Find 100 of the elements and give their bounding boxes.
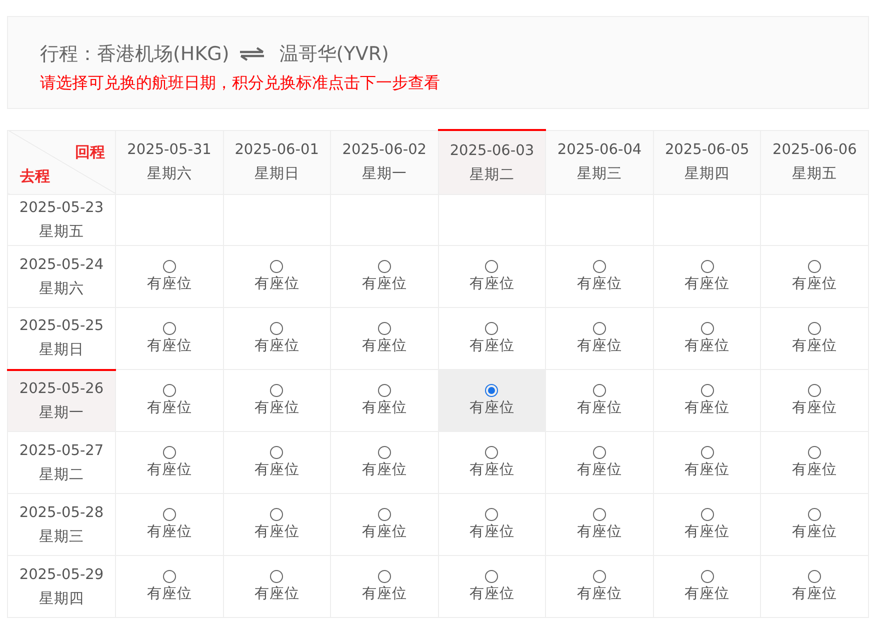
weekday-label: 星期三 bbox=[576, 165, 624, 184]
return-label: 回程 bbox=[75, 142, 105, 162]
weekday-label: 星期一 bbox=[360, 165, 408, 184]
radio-button[interactable] bbox=[700, 508, 714, 520]
radio-button[interactable] bbox=[593, 322, 606, 334]
seat-status: 有座位 bbox=[576, 460, 624, 480]
seat-status: 有座位 bbox=[360, 336, 408, 356]
seat-status: 有座位 bbox=[468, 398, 516, 418]
seat-status: 有座位 bbox=[684, 460, 731, 480]
seat-status: 有座位 bbox=[791, 274, 838, 294]
seat-status: 有座位 bbox=[576, 336, 624, 356]
radio-button[interactable] bbox=[593, 446, 606, 458]
seat-status: 有座位 bbox=[576, 522, 624, 542]
seat-status: 有座位 bbox=[360, 584, 408, 604]
radio-button[interactable] bbox=[700, 384, 714, 396]
radio-button[interactable] bbox=[808, 384, 822, 396]
radio-button[interactable] bbox=[808, 322, 822, 334]
outbound-date: 2025-05-27 bbox=[18, 442, 105, 460]
destination-airport: 温哥华(YVR) bbox=[279, 42, 389, 67]
seat-status: 有座位 bbox=[146, 274, 193, 294]
seat-status: 有座位 bbox=[468, 460, 516, 480]
seat-status: 有座位 bbox=[360, 460, 408, 480]
radio-button[interactable] bbox=[808, 570, 822, 582]
seat-status: 有座位 bbox=[684, 584, 731, 604]
return-date: 2025-06-06 bbox=[772, 141, 858, 160]
radio-button[interactable] bbox=[378, 260, 391, 272]
seat-status: 有座位 bbox=[360, 522, 408, 542]
weekday-label: 星期二 bbox=[38, 466, 85, 484]
return-date: 2025-05-31 bbox=[126, 141, 212, 160]
radio-button[interactable] bbox=[808, 260, 822, 272]
radio-button[interactable] bbox=[162, 570, 176, 582]
seat-status: 有座位 bbox=[253, 584, 300, 604]
seat-status: 有座位 bbox=[146, 460, 193, 480]
seat-status: 有座位 bbox=[253, 522, 300, 542]
seat-status: 有座位 bbox=[684, 336, 731, 356]
seat-status: 有座位 bbox=[576, 398, 624, 418]
radio-button[interactable] bbox=[162, 384, 176, 396]
radio-button[interactable] bbox=[270, 508, 284, 520]
weekday-label: 星期一 bbox=[38, 404, 85, 423]
weekday-label: 星期三 bbox=[38, 528, 85, 546]
selected-cell[interactable]: 有座位 bbox=[438, 370, 546, 432]
seat-status: 有座位 bbox=[468, 336, 516, 356]
radio-button[interactable] bbox=[485, 508, 498, 520]
return-date: 2025-06-02 bbox=[341, 141, 428, 160]
radio-button[interactable] bbox=[270, 322, 284, 334]
outbound-date: 2025-05-29 bbox=[18, 566, 105, 584]
radio-button[interactable] bbox=[378, 508, 391, 520]
return-date: 2025-06-01 bbox=[234, 141, 320, 160]
radio-button[interactable] bbox=[808, 446, 822, 458]
outbound-label: 去程 bbox=[20, 166, 50, 186]
radio-button[interactable] bbox=[700, 322, 714, 334]
radio-button[interactable] bbox=[162, 508, 176, 520]
radio-button[interactable] bbox=[808, 508, 822, 520]
radio-button[interactable] bbox=[700, 260, 714, 272]
radio-button[interactable] bbox=[378, 384, 391, 396]
notice-text: 请选择可兑换的航班日期，积分兑换标准点击下一步查看 bbox=[40, 73, 441, 94]
weekday-label: 星期五 bbox=[791, 165, 838, 184]
seat-status: 有座位 bbox=[146, 522, 193, 542]
seat-status: 有座位 bbox=[576, 274, 624, 294]
radio-button[interactable] bbox=[485, 570, 498, 582]
radio-button[interactable] bbox=[700, 570, 714, 582]
radio-button[interactable] bbox=[162, 260, 176, 272]
seat-status: 有座位 bbox=[253, 274, 300, 294]
radio-button[interactable] bbox=[162, 322, 176, 334]
radio-button[interactable] bbox=[270, 384, 284, 396]
seat-status: 有座位 bbox=[360, 274, 408, 294]
radio-button[interactable] bbox=[485, 322, 498, 334]
seat-status: 有座位 bbox=[468, 274, 516, 294]
radio-button[interactable] bbox=[593, 508, 606, 520]
radio-button[interactable] bbox=[593, 570, 606, 582]
radio-button[interactable] bbox=[485, 446, 498, 458]
radio-button[interactable] bbox=[270, 446, 284, 458]
weekday-label: 星期五 bbox=[38, 223, 85, 242]
weekday-label: 星期日 bbox=[38, 341, 85, 360]
radio-button[interactable] bbox=[485, 384, 498, 396]
seat-status: 有座位 bbox=[253, 460, 300, 480]
radio-button[interactable] bbox=[270, 570, 284, 582]
seat-status: 有座位 bbox=[146, 398, 193, 418]
outbound-date: 2025-05-25 bbox=[18, 317, 105, 336]
radio-button[interactable] bbox=[485, 260, 498, 272]
radio-button[interactable] bbox=[378, 446, 391, 458]
seat-status: 有座位 bbox=[791, 584, 838, 604]
seat-status: 有座位 bbox=[791, 460, 838, 480]
radio-button[interactable] bbox=[270, 260, 284, 272]
radio-button[interactable] bbox=[162, 446, 176, 458]
radio-button[interactable] bbox=[593, 260, 606, 272]
outbound-date: 2025-05-28 bbox=[18, 504, 105, 522]
radio-button[interactable] bbox=[593, 384, 606, 396]
weekday-label: 星期日 bbox=[253, 165, 300, 184]
seat-status: 有座位 bbox=[253, 336, 300, 356]
seat-status: 有座位 bbox=[146, 584, 193, 604]
outbound-date: 2025-05-24 bbox=[18, 256, 105, 274]
radio-button[interactable] bbox=[378, 570, 391, 582]
route-label: 行程： bbox=[40, 42, 97, 67]
radio-button[interactable] bbox=[700, 446, 714, 458]
weekday-label: 星期二 bbox=[468, 166, 516, 184]
swap-icon[interactable] bbox=[239, 47, 266, 61]
seat-status: 有座位 bbox=[684, 522, 731, 542]
weekday-label: 星期六 bbox=[146, 164, 193, 184]
radio-button[interactable] bbox=[378, 322, 391, 334]
